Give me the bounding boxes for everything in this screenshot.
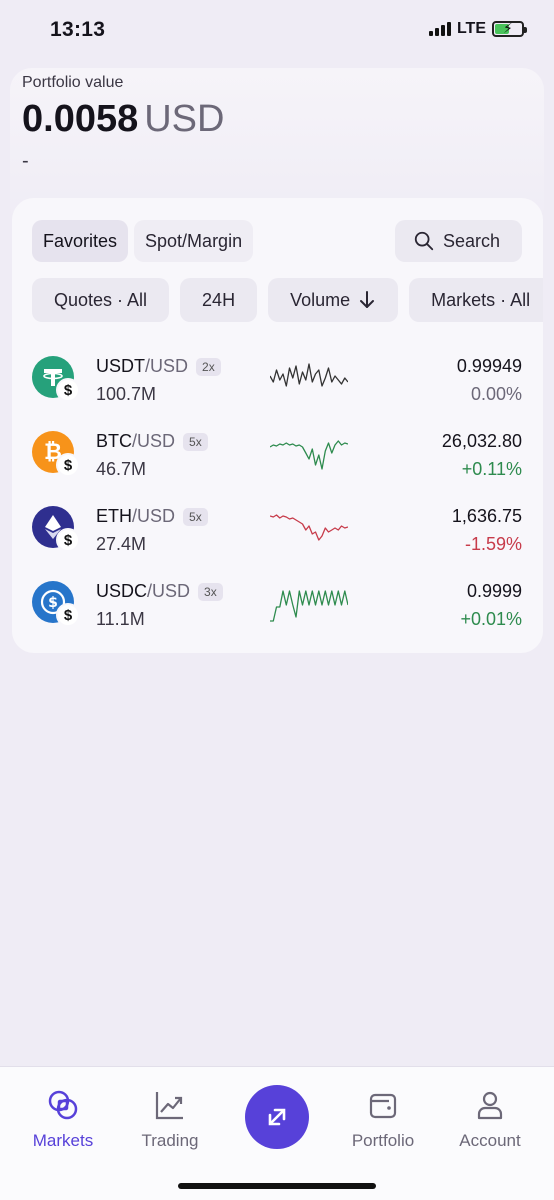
signal-icon	[428, 22, 451, 36]
battery-icon: ⚡	[492, 20, 527, 37]
network-label: LTE	[456, 20, 486, 37]
filter-timeframe-label: 24H	[202, 289, 236, 310]
price-change: 0.00%	[470, 384, 522, 404]
market-row-eth[interactable]: $ ETH/USD 5x 27.4M 1,636.75 -1.59%	[12, 498, 543, 573]
swap-arrows-icon	[268, 1108, 286, 1126]
nav-account-label: Account	[459, 1131, 521, 1150]
pair-quote: /USD	[132, 506, 176, 526]
home-indicator	[178, 1183, 376, 1189]
market-row-usdc[interactable]: $ $ USDC/USD 3x 11.1M 0.9999 +0.01%	[12, 573, 543, 648]
leverage-badge: 2x	[196, 357, 221, 376]
search-icon	[414, 231, 434, 251]
wallet-icon	[335, 1085, 431, 1125]
search-label: Search	[443, 230, 501, 251]
pair-base: ETH	[96, 506, 132, 526]
market-row-usdt[interactable]: $ USDT/USD 2x 100.7M 0.99949 0.00%	[12, 348, 543, 423]
tab-favorites[interactable]: Favorites	[32, 220, 129, 262]
filter-markets[interactable]: Markets · All	[409, 278, 543, 322]
filter-sort-label: Volume	[290, 289, 351, 310]
trade-button[interactable]	[245, 1085, 309, 1149]
pair-base: USDC	[96, 581, 148, 601]
sparkline-path	[270, 440, 348, 470]
arrow-down-icon	[360, 291, 375, 308]
leverage-badge: 3x	[198, 582, 223, 601]
coin-pair-icon: $	[32, 356, 80, 402]
nav-account[interactable]: Account	[442, 1085, 538, 1151]
bottom-nav: Markets Trading Portfolio Account	[0, 1066, 554, 1200]
sparkline-path	[270, 363, 348, 387]
leverage-badge: 5x	[183, 507, 208, 526]
last-price: 0.9999	[466, 581, 522, 601]
pair-name: USDT/USD 2x	[96, 356, 221, 377]
nav-portfolio-label: Portfolio	[351, 1131, 415, 1150]
dollar-icon: $	[56, 453, 80, 477]
filter-bar: Quotes · All 24H Volume Markets · All	[32, 278, 543, 322]
pair-base: BTC	[96, 431, 132, 451]
market-tabs: Favorites Spot/Margin	[32, 220, 254, 262]
last-price: 0.99949	[456, 356, 522, 376]
pair-base: USDT	[96, 356, 145, 376]
sparkline-chart	[270, 514, 348, 541]
portfolio-value: 0.0058 USD	[22, 98, 224, 141]
tab-spot-margin[interactable]: Spot/Margin	[134, 220, 254, 262]
sparkline-chart	[270, 363, 348, 387]
dollar-icon: $	[56, 528, 80, 552]
last-price: 26,032.80	[441, 431, 522, 451]
sparkline-chart	[270, 440, 348, 470]
pair-name: USDC/USD 3x	[96, 581, 223, 602]
pair-quote: /USD	[132, 431, 176, 451]
filter-sort-volume[interactable]: Volume	[268, 278, 399, 322]
pair-name: ETH/USD 5x	[96, 506, 208, 527]
price-change: +0.01%	[460, 609, 522, 629]
nav-markets-label: Markets	[32, 1131, 94, 1150]
pair-quote: /USD	[145, 356, 189, 376]
person-icon	[442, 1085, 538, 1125]
search-button[interactable]: Search	[395, 220, 522, 262]
sparkline-path	[270, 590, 348, 622]
filter-timeframe[interactable]: 24H	[180, 278, 258, 322]
markets-card: Favorites Spot/Margin Search Quotes · Al…	[12, 198, 543, 653]
markets-icon	[15, 1085, 111, 1125]
sparkline-chart	[270, 590, 348, 622]
nav-portfolio[interactable]: Portfolio	[335, 1085, 431, 1151]
sparkline-path	[270, 514, 348, 541]
leverage-badge: 5x	[183, 432, 208, 451]
coin-pair-icon: ₿ $	[32, 431, 80, 477]
dollar-icon: $	[56, 378, 80, 402]
pair-quote: /USD	[147, 581, 191, 601]
price-change: +0.11%	[461, 459, 522, 479]
status-time: 13:13	[50, 18, 106, 41]
filter-quotes-label: Quotes · All	[54, 289, 148, 310]
portfolio-change: -	[22, 150, 29, 172]
dollar-icon: $	[56, 603, 80, 627]
portfolio-amount: 0.0058	[22, 98, 139, 140]
market-list: $ USDT/USD 2x 100.7M 0.99949 0.00% ₿ $ B…	[12, 348, 543, 648]
portfolio-currency: USD	[144, 98, 225, 140]
trending-chart-icon	[122, 1085, 218, 1125]
status-indicators: LTE ⚡	[428, 20, 527, 38]
status-bar: 13:13 LTE ⚡	[0, 0, 554, 60]
filter-quotes[interactable]: Quotes · All	[32, 278, 170, 322]
pair-name: BTC/USD 5x	[96, 431, 208, 452]
filter-markets-label: Markets · All	[431, 289, 531, 310]
coin-pair-icon: $	[32, 506, 80, 552]
price-change: -1.59%	[464, 534, 522, 554]
market-row-btc[interactable]: ₿ $ BTC/USD 5x 46.7M 26,032.80 +0.11%	[12, 423, 543, 498]
last-price: 1,636.75	[451, 506, 522, 526]
nav-trading-label: Trading	[141, 1131, 199, 1150]
coin-pair-icon: $ $	[32, 581, 80, 627]
volume: 100.7M	[96, 384, 157, 404]
portfolio-label: Portfolio value	[22, 74, 124, 91]
nav-trading[interactable]: Trading	[122, 1085, 218, 1151]
volume: 11.1M	[96, 609, 145, 629]
volume: 27.4M	[96, 534, 147, 554]
nav-markets[interactable]: Markets	[15, 1085, 111, 1151]
volume: 46.7M	[96, 459, 147, 479]
